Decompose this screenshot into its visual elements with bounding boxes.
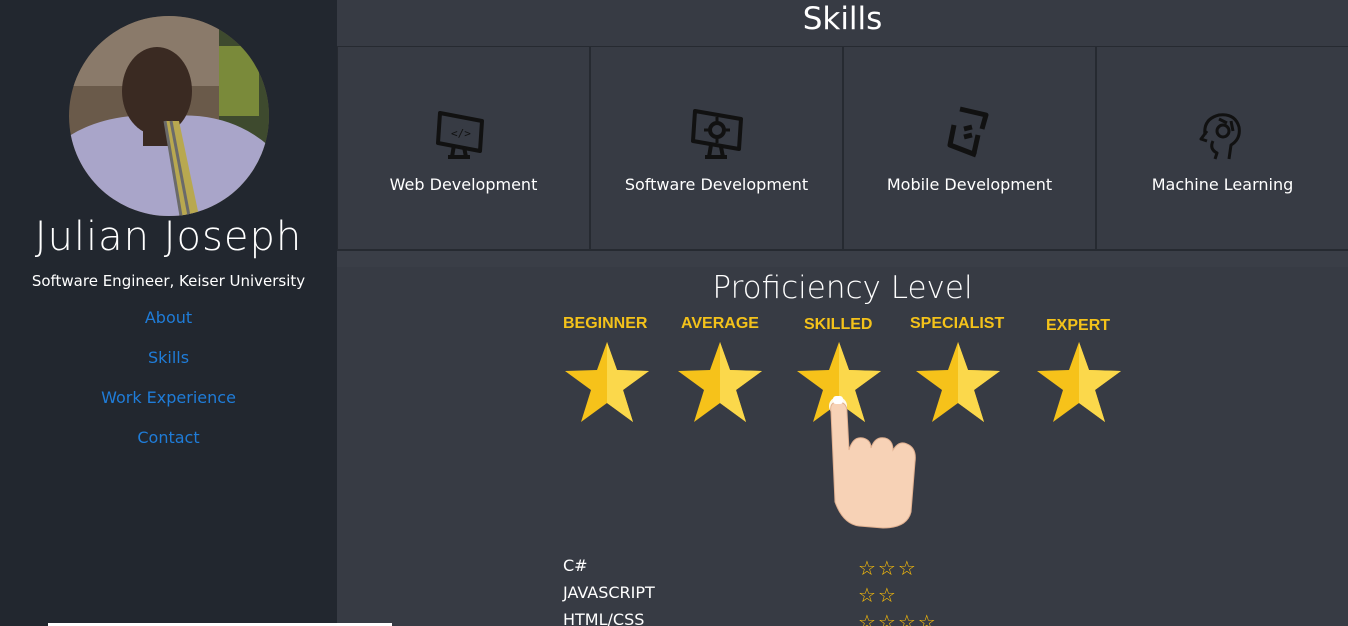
level-label-beginner: BEGINNER [563, 315, 648, 332]
skill-rating-stars: ☆☆☆☆ [858, 610, 938, 626]
average-star-icon [678, 342, 762, 422]
sidebar-nav: About Skills Work Experience Contact [0, 308, 337, 468]
skill-label: Mobile Development [886, 175, 1053, 194]
skill-label: Web Development [389, 175, 538, 194]
skill-card-web-development: </> Web Development [337, 47, 589, 251]
skill-rating-row: HTML/CSS [563, 610, 644, 626]
skill-card-software-development: Software Development [589, 47, 842, 251]
mobile-development-icon [947, 106, 988, 158]
nav-work-experience-link[interactable]: Work Experience [0, 388, 337, 428]
web-development-icon: </> [435, 111, 484, 159]
skill-rating-stars: ☆☆ [858, 583, 898, 607]
proficiency-levels-graphic: BEGINNER AVERAGE SKILLED SPECIALIST EXPE… [557, 312, 1137, 552]
profile-tagline: Software Engineer, Keiser University [31, 272, 306, 290]
software-development-icon [690, 109, 743, 159]
beginner-star-icon [565, 342, 649, 422]
skills-title: Skills [802, 1, 883, 37]
sidebar: Julian Joseph Software Engineer, Keiser … [0, 0, 337, 626]
main-content: Skills </> Web Development Software Deve… [337, 0, 1348, 626]
nav-skills-link[interactable]: Skills [0, 348, 337, 388]
expert-star-icon [1037, 342, 1121, 422]
skill-card-machine-learning: Machine Learning [1095, 47, 1348, 251]
nav-contact-link[interactable]: Contact [0, 428, 337, 468]
skill-label: Machine Learning [1151, 175, 1294, 194]
machine-learning-icon [1199, 113, 1241, 160]
skills-grid: </> Web Development Software Development [337, 46, 1348, 251]
skill-card-mobile-development: Mobile Development [842, 47, 1095, 251]
level-label-expert: EXPERT [1046, 317, 1111, 334]
skill-label: Software Development [624, 175, 809, 194]
skill-rating-row: JAVASCRIPT [563, 583, 655, 602]
skill-rating-stars: ☆☆☆ [858, 556, 918, 580]
nav-about-link[interactable]: About [0, 308, 337, 348]
level-label-specialist: SPECIALIST [910, 315, 1005, 332]
proficiency-title: Proficiency Level [712, 270, 973, 306]
svg-text:</>: </> [451, 127, 471, 140]
avatar [69, 16, 269, 216]
skill-rating-name: C# [563, 556, 588, 575]
level-label-average: AVERAGE [681, 315, 759, 332]
profile-name: Julian Joseph [34, 214, 303, 260]
level-label-skilled: SKILLED [804, 316, 873, 333]
pointing-hand-icon [829, 396, 916, 529]
section-divider [337, 251, 1348, 267]
skill-rating-name: HTML/CSS [563, 610, 645, 626]
skill-rating-row: C# [563, 556, 588, 575]
skill-rating-name: JAVASCRIPT [563, 583, 655, 602]
